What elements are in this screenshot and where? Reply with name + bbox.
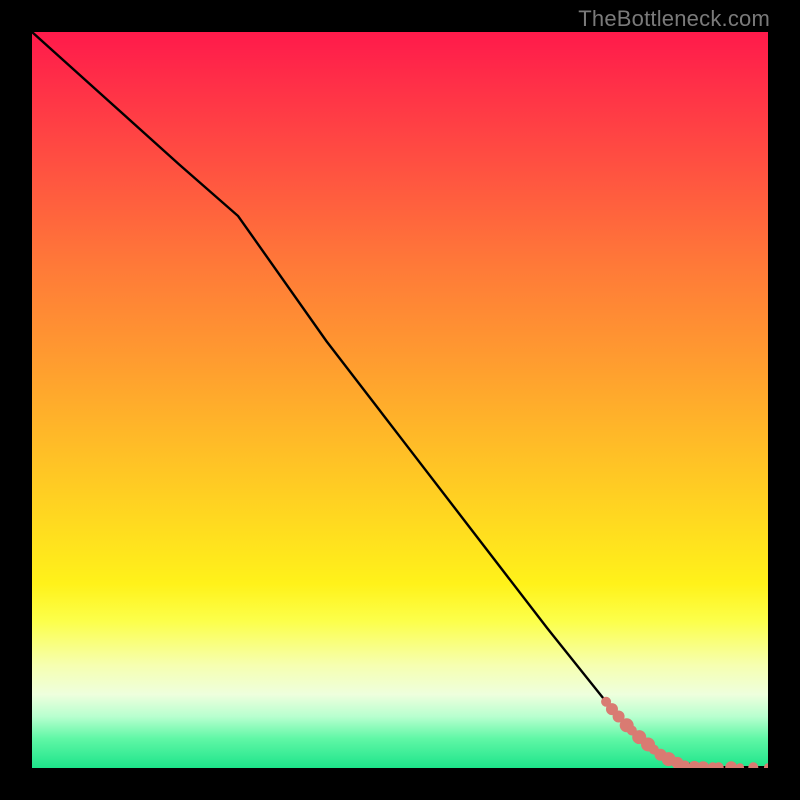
attribution-label: TheBottleneck.com [578, 6, 770, 32]
chart-svg [32, 32, 768, 768]
marker-dot [725, 761, 737, 768]
plot-area [32, 32, 768, 768]
marker-dot [748, 762, 758, 768]
chart-frame: TheBottleneck.com [0, 0, 800, 800]
marker-dot [764, 763, 768, 768]
marker-dot [736, 763, 744, 768]
curve-line [32, 32, 768, 767]
marker-dot [697, 761, 709, 768]
marker-group [601, 697, 768, 768]
